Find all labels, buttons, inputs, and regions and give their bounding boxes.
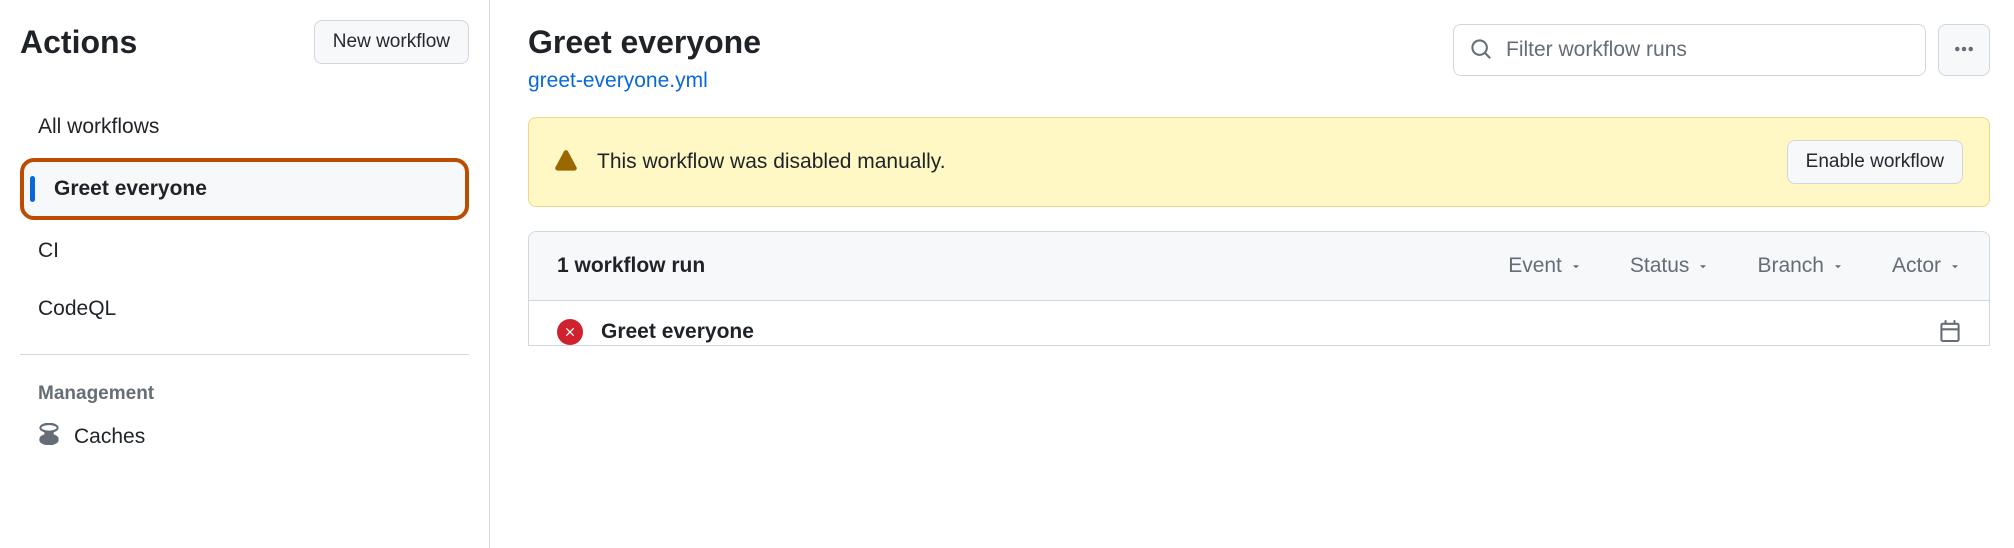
workflow-heading: Greet everyone greet-everyone.yml <box>528 24 761 93</box>
management-heading: Management <box>20 369 469 411</box>
warning-icon <box>555 150 577 175</box>
main-content: Greet everyone greet-everyone.yml This w… <box>490 0 2014 548</box>
run-row[interactable]: Greet everyone <box>529 301 1989 345</box>
search-wrap[interactable] <box>1453 24 1926 76</box>
top-controls <box>1453 24 1990 76</box>
runs-filters: Event Status Branch Actor <box>1508 254 1961 278</box>
runs-header: 1 workflow run Event Status Branch Actor <box>529 232 1989 301</box>
enable-workflow-button[interactable]: Enable workflow <box>1787 140 1963 184</box>
caret-down-icon <box>1949 260 1961 272</box>
filter-label: Branch <box>1757 254 1824 278</box>
search-icon <box>1470 38 1492 63</box>
workflow-title: Greet everyone <box>528 24 761 61</box>
sidebar-item-label: Greet everyone <box>54 177 207 201</box>
filter-runs-input[interactable] <box>1506 38 1909 62</box>
alert-left: This workflow was disabled manually. <box>555 150 946 175</box>
workflow-disabled-alert: This workflow was disabled manually. Ena… <box>528 117 1990 207</box>
filter-actor[interactable]: Actor <box>1892 254 1961 278</box>
caret-down-icon <box>1697 260 1709 272</box>
sidebar-item-all-workflows[interactable]: All workflows <box>20 100 469 154</box>
sidebar-item-label: CI <box>38 239 59 263</box>
workflow-nav: All workflows Greet everyone CI CodeQL <box>20 100 469 355</box>
sidebar-item-greet-everyone[interactable]: Greet everyone <box>20 158 469 220</box>
alert-message: This workflow was disabled manually. <box>597 150 946 174</box>
calendar-icon <box>1939 329 1961 345</box>
filter-branch[interactable]: Branch <box>1757 254 1844 278</box>
sidebar-item-label: CodeQL <box>38 297 116 321</box>
sidebar-title: Actions <box>20 24 137 61</box>
failure-status-icon <box>557 319 583 345</box>
filter-status[interactable]: Status <box>1630 254 1710 278</box>
database-icon <box>38 423 60 451</box>
workflow-runs-table: 1 workflow run Event Status Branch Actor <box>528 231 1990 346</box>
sidebar-item-ci[interactable]: CI <box>20 224 469 278</box>
filter-label: Status <box>1630 254 1690 278</box>
run-row-left: Greet everyone <box>557 319 754 345</box>
main-header-row: Greet everyone greet-everyone.yml <box>528 24 1990 93</box>
filter-event[interactable]: Event <box>1508 254 1582 278</box>
filter-label: Event <box>1508 254 1562 278</box>
run-title: Greet everyone <box>601 320 754 344</box>
runs-count-label: 1 workflow run <box>557 254 705 278</box>
sidebar-item-label: Caches <box>74 425 145 449</box>
sidebar-header: Actions New workflow <box>20 20 469 64</box>
sidebar-item-label: All workflows <box>38 115 159 139</box>
sidebar-item-codeql[interactable]: CodeQL <box>20 282 469 336</box>
kebab-icon <box>1952 37 1976 64</box>
sidebar-item-caches[interactable]: Caches <box>20 411 469 463</box>
caret-down-icon <box>1570 260 1582 272</box>
run-row-right <box>1939 320 1961 345</box>
sidebar: Actions New workflow All workflows Greet… <box>0 0 490 548</box>
filter-label: Actor <box>1892 254 1941 278</box>
management-section: Management Caches <box>20 369 469 463</box>
caret-down-icon <box>1832 260 1844 272</box>
new-workflow-button[interactable]: New workflow <box>314 20 469 64</box>
workflow-file-link[interactable]: greet-everyone.yml <box>528 69 761 93</box>
overflow-menu-button[interactable] <box>1938 24 1990 76</box>
